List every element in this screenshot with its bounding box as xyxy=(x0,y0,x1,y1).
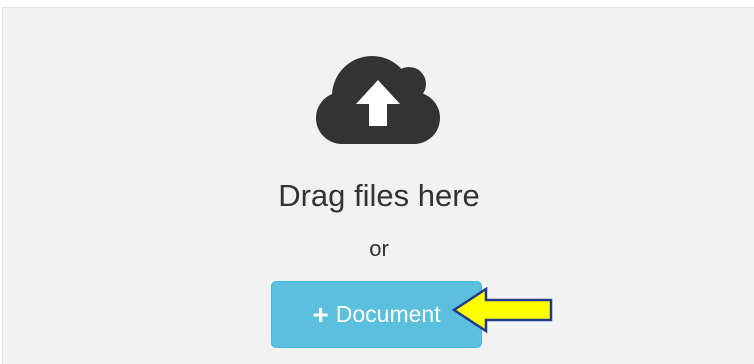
add-document-button[interactable]: + Document xyxy=(271,281,482,348)
or-separator: or xyxy=(369,236,389,261)
add-document-label: Document xyxy=(335,301,441,327)
drag-files-heading: Drag files here xyxy=(278,178,480,213)
arrow-left-icon xyxy=(452,287,553,333)
plus-icon: + xyxy=(312,298,329,330)
file-dropzone[interactable]: Drag files here or + Document xyxy=(2,7,754,364)
cloud-upload-icon xyxy=(316,56,440,144)
